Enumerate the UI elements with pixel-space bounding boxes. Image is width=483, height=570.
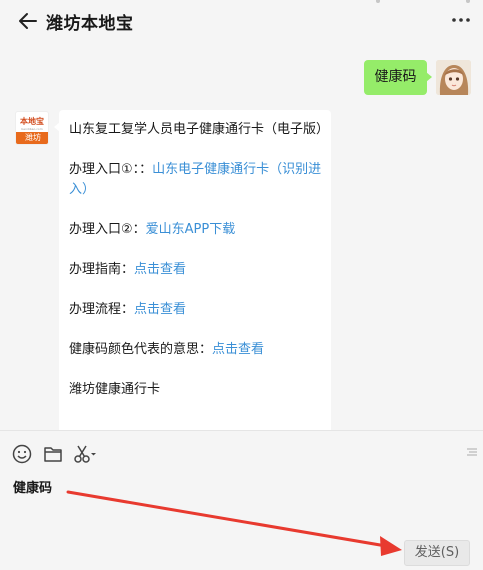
message-line: 山东复工复学人员电子健康通行卡（电子版） [69, 122, 330, 137]
window-dot [466, 0, 470, 3]
scissors-icon[interactable] [72, 443, 98, 465]
chat-area[interactable]: 健康码 本地宝 bendibao.com 潍坊 山东复工复学人员电子健康通行卡（… [0, 44, 483, 440]
message-input[interactable]: 健康码 [13, 477, 463, 537]
color-meaning-label: 健康码颜色代表的意思： [69, 342, 213, 357]
window-dot [376, 0, 380, 3]
message-line: 办理入口②：爱山东APP下载 [69, 220, 323, 240]
avatar-logo-sub: bendibao.com [21, 127, 43, 131]
message-line: 办理流程：点击查看 [69, 300, 323, 320]
process-label: 办理流程： [69, 302, 135, 317]
avatar-city-label: 潍坊 [16, 132, 48, 144]
guide-link[interactable]: 点击查看 [134, 262, 186, 277]
send-button[interactable]: 发送(S) [404, 540, 470, 566]
color-meaning-link[interactable]: 点击查看 [212, 342, 264, 357]
back-arrow-icon[interactable] [16, 9, 40, 33]
official-account-avatar[interactable]: 本地宝 bendibao.com 潍坊 [15, 111, 49, 145]
user-avatar-image [436, 60, 471, 95]
guide-label: 办理指南： [69, 262, 135, 277]
entry2-label: 办理入口②： [69, 222, 146, 237]
incoming-message-bubble: 山东复工复学人员电子健康通行卡（电子版） 办理入口①：：山东电子健康通行卡（识别… [54, 110, 331, 440]
chat-title: 潍坊本地宝 [46, 14, 134, 34]
message-line: 办理指南：点击查看 [69, 260, 323, 280]
entry1-label: 办理入口①：： [69, 162, 153, 177]
emoji-icon[interactable] [11, 443, 33, 465]
user-avatar[interactable] [436, 60, 471, 95]
folder-icon[interactable] [42, 443, 64, 465]
message-line: 健康码颜色代表的意思：点击查看 [69, 340, 323, 360]
chat-header: 潍坊本地宝 [0, 0, 483, 44]
entry2-link[interactable]: 爱山东APP下载 [146, 222, 236, 237]
more-icon[interactable] [451, 16, 471, 24]
process-link[interactable]: 点击查看 [134, 302, 186, 317]
message-line: 潍坊健康通行卡 [69, 382, 161, 397]
outgoing-message-bubble[interactable]: 健康码 [364, 60, 432, 95]
message-line: 办理入口①：：山东电子健康通行卡（识别进入） [69, 160, 323, 200]
chat-history-icon[interactable] [465, 445, 479, 459]
